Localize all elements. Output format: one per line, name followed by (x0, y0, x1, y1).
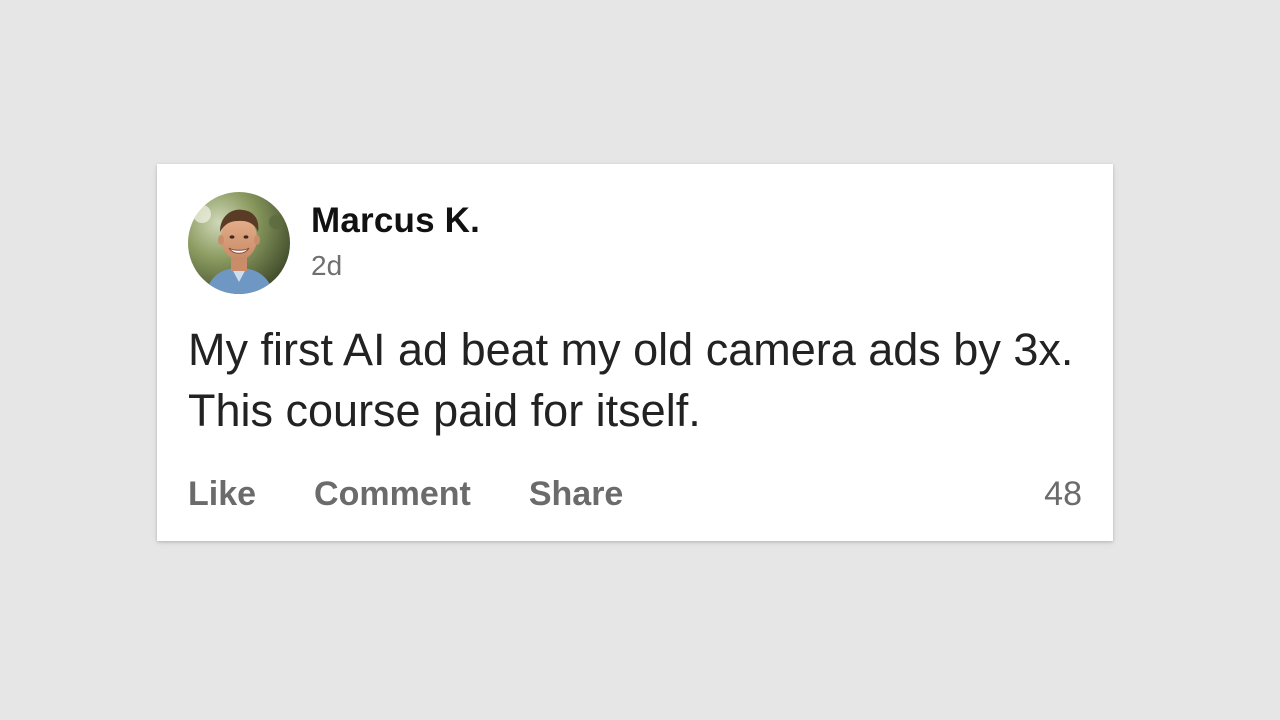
like-button[interactable]: Like (188, 475, 256, 514)
page-stage: Marcus K. 2d My first AI ad beat my old … (0, 0, 1280, 720)
post-actions: Like Comment Share 48 (188, 474, 1082, 514)
post-text: My first AI ad beat my old camera ads by… (188, 324, 1074, 436)
reaction-count: 48 (1044, 474, 1082, 513)
avatar-photo-icon (188, 192, 290, 294)
post-timestamp[interactable]: 2d (311, 250, 342, 282)
comment-button[interactable]: Comment (314, 475, 471, 514)
avatar[interactable] (188, 192, 290, 294)
share-button[interactable]: Share (529, 475, 624, 514)
post-card: Marcus K. 2d My first AI ad beat my old … (157, 164, 1113, 541)
author-name[interactable]: Marcus K. (311, 201, 480, 241)
